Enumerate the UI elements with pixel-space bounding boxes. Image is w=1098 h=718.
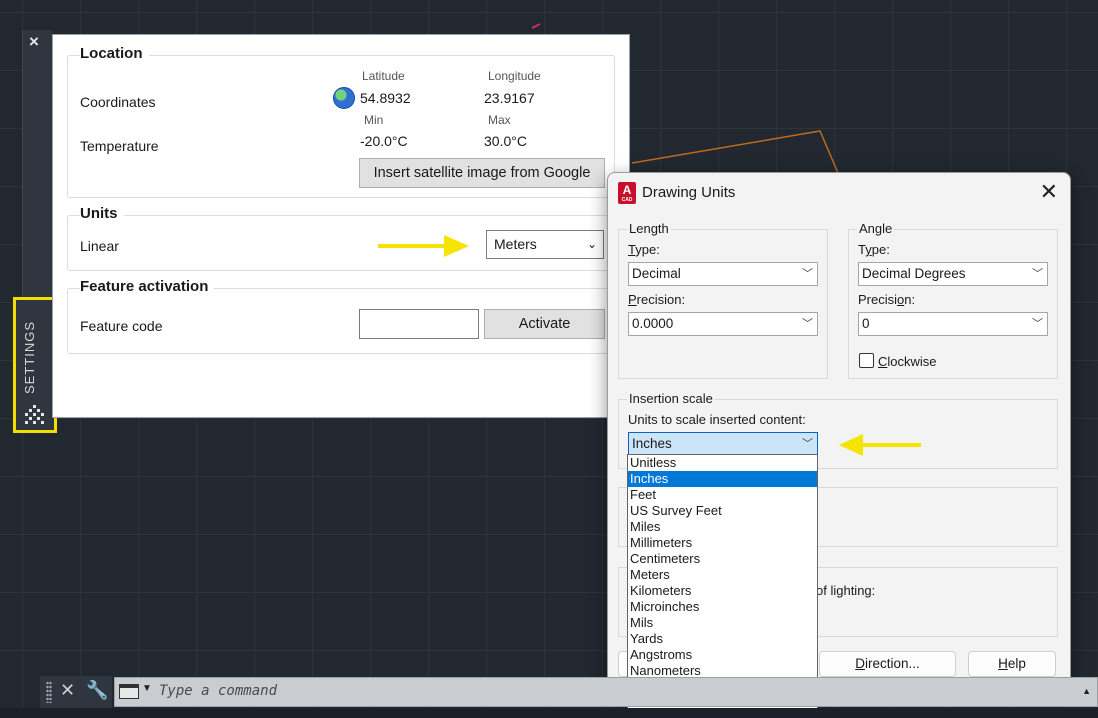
chevron-down-icon: ﹀ (802, 268, 813, 280)
dropdown-option[interactable]: Meters (628, 567, 817, 583)
command-line-tools: ✕ 🔧 (40, 676, 112, 708)
temperature-label: Temperature (80, 138, 159, 154)
feature-activation-group: Feature activation Feature code Activate (67, 278, 615, 354)
settings-tab-label: SETTINGS (22, 320, 37, 394)
lighting-label: of lighting: (816, 583, 876, 598)
coordinates-label: Coordinates (80, 94, 156, 110)
dialog-titlebar[interactable]: A CAD Drawing Units ✕ (608, 173, 1070, 213)
dropdown-option[interactable]: Angstroms (628, 647, 817, 663)
max-caption: Max (488, 113, 511, 127)
location-title: Location (80, 45, 149, 62)
min-temperature-value: -20.0°C (360, 133, 408, 149)
settings-grip-icon (25, 405, 44, 424)
settings-panel: Location Coordinates Latitude Longitude … (52, 34, 630, 418)
length-precision-label: Precision: (628, 292, 686, 307)
angle-precision-select[interactable]: 0 ﹀ (858, 312, 1048, 336)
min-caption: Min (364, 113, 384, 127)
angle-type-select[interactable]: Decimal Degrees ﹀ (858, 262, 1048, 286)
length-precision-select[interactable]: 0.0000 ﹀ (628, 312, 818, 336)
yellow-arrow-icon (378, 235, 469, 257)
insert-satellite-image-button[interactable]: Insert satellite image from Google (359, 158, 605, 188)
insertion-units-select[interactable]: Inches ﹀ (628, 432, 818, 456)
latitude-caption: Latitude (362, 69, 405, 83)
chevron-down-icon: ﹀ (1032, 268, 1043, 280)
clockwise-label[interactable]: Clockwise (878, 354, 937, 369)
activate-button[interactable]: Activate (484, 309, 605, 339)
feature-code-input[interactable] (359, 309, 479, 339)
close-icon[interactable]: ✕ (60, 680, 75, 701)
help-button[interactable]: Help (968, 651, 1056, 677)
units-group: Units Linear Meters ⌄ (67, 205, 615, 271)
longitude-value: 23.9167 (484, 90, 535, 106)
dialog-close-icon[interactable]: ✕ (1040, 179, 1058, 205)
dropdown-option[interactable]: Unitless (628, 455, 817, 471)
drawing-geometry-mark (531, 23, 541, 29)
units-title: Units (80, 205, 124, 222)
longitude-caption: Longitude (488, 69, 541, 83)
command-input[interactable]: Type a command (159, 683, 277, 699)
angle-group: Angle Type: Decimal Degrees ﹀ Precision:… (848, 221, 1058, 379)
clockwise-checkbox[interactable] (859, 353, 874, 368)
linear-units-select[interactable]: Meters ⌄ (486, 230, 604, 259)
grip-icon[interactable] (46, 681, 52, 703)
dropdown-option[interactable]: Mils (628, 615, 817, 631)
angle-legend: Angle (857, 221, 895, 236)
dropdown-option[interactable]: Miles (628, 519, 817, 535)
linear-label: Linear (80, 238, 119, 254)
units-to-scale-label: Units to scale inserted content: (628, 412, 806, 427)
globe-icon[interactable] (333, 87, 355, 109)
dropdown-option[interactable]: Inches (628, 471, 817, 487)
chevron-down-icon: ⌄ (586, 237, 597, 251)
dialog-title: Drawing Units (642, 184, 736, 201)
max-temperature-value: 30.0°C (484, 133, 527, 149)
command-prompt-icon[interactable] (119, 684, 139, 699)
status-strip (0, 708, 1098, 718)
caret-down-icon[interactable]: ▼ (142, 683, 152, 694)
yellow-arrow-icon (839, 434, 921, 456)
dropdown-option[interactable]: US Survey Feet (628, 503, 817, 519)
settings-tab[interactable]: SETTINGS (13, 297, 57, 433)
chevron-down-icon: ﹀ (1032, 318, 1043, 330)
chevron-down-icon: ﹀ (802, 438, 813, 450)
caret-up-icon[interactable]: ▲ (1082, 686, 1091, 696)
command-line[interactable]: ▼ Type a command ▲ (114, 677, 1098, 707)
dropdown-option[interactable]: Kilometers (628, 583, 817, 599)
angle-type-label: Type: (858, 242, 890, 257)
location-group: Location Coordinates Latitude Longitude … (67, 45, 615, 198)
latitude-value: 54.8932 (360, 90, 411, 106)
palette-close-icon[interactable]: × (29, 32, 39, 52)
length-legend: Length (627, 221, 671, 236)
feature-code-label: Feature code (80, 318, 163, 334)
linear-units-value: Meters (494, 236, 537, 252)
length-type-label: Type: (628, 242, 660, 257)
direction-button[interactable]: Direction... (819, 651, 956, 677)
dropdown-option[interactable]: Microinches (628, 599, 817, 615)
dropdown-option[interactable]: Feet (628, 487, 817, 503)
dropdown-option[interactable]: Centimeters (628, 551, 817, 567)
chevron-down-icon: ﹀ (802, 318, 813, 330)
length-type-select[interactable]: Decimal ﹀ (628, 262, 818, 286)
wrench-icon[interactable]: 🔧 (86, 680, 108, 701)
feature-activation-title: Feature activation (80, 278, 215, 295)
dropdown-option[interactable]: Yards (628, 631, 817, 647)
autocad-app-icon: A CAD (618, 182, 636, 204)
dropdown-option[interactable]: Millimeters (628, 535, 817, 551)
length-group: Length Type: Decimal ﹀ Precision: 0.0000… (618, 221, 828, 379)
angle-precision-label: Precision: (858, 292, 916, 307)
insertion-scale-legend: Insertion scale (627, 391, 715, 406)
